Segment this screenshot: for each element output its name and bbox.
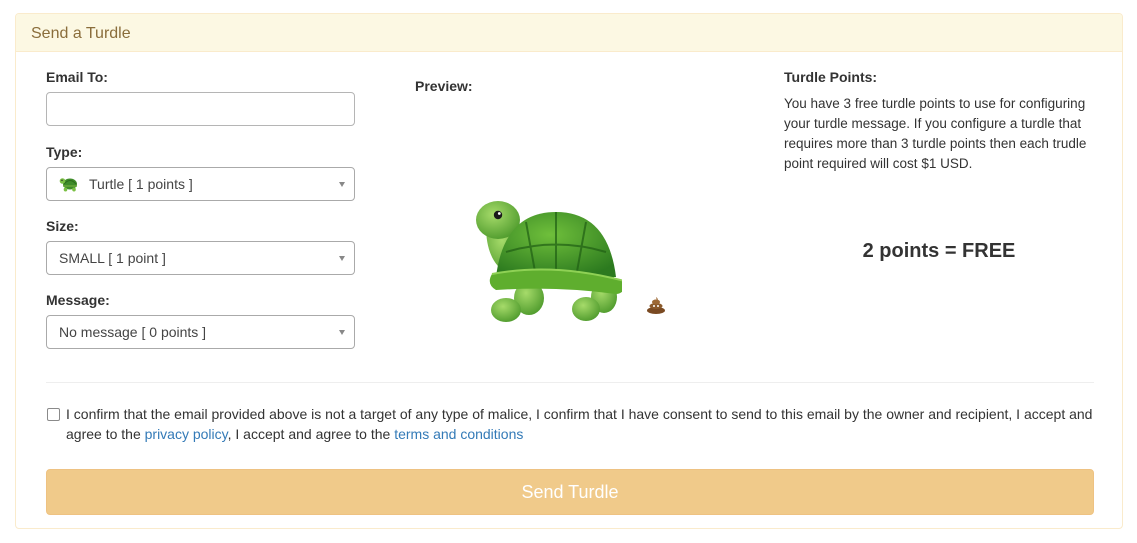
send-turdle-panel: Send a Turdle Email To: Type: Turtle [ 1… bbox=[15, 13, 1123, 529]
email-label: Email To: bbox=[46, 69, 108, 85]
chevron-down-icon bbox=[339, 182, 345, 187]
turtle-icon bbox=[59, 175, 79, 198]
privacy-policy-link[interactable]: privacy policy bbox=[145, 426, 228, 442]
consent-text-part-2: , I accept and agree to the bbox=[227, 426, 395, 442]
message-select[interactable]: No message [ 0 points ] bbox=[46, 315, 355, 349]
consent-checkbox[interactable] bbox=[47, 408, 60, 421]
type-select[interactable]: Turtle [ 1 points ] bbox=[46, 167, 355, 201]
type-label: Type: bbox=[46, 144, 83, 160]
points-summary: 2 points = FREE bbox=[862, 240, 1016, 262]
consent-text: I confirm that the email provided above … bbox=[66, 404, 1096, 444]
poop-icon bbox=[646, 296, 666, 319]
divider bbox=[46, 382, 1094, 383]
message-selected: No message [ 0 points ] bbox=[59, 324, 207, 340]
panel-title: Send a Turdle bbox=[16, 14, 1122, 52]
type-selected: Turtle [ 1 points ] bbox=[89, 176, 193, 192]
send-turdle-button[interactable]: Send Turdle bbox=[46, 469, 1094, 515]
chevron-down-icon bbox=[339, 256, 345, 261]
size-label: Size: bbox=[46, 218, 79, 234]
chevron-down-icon bbox=[339, 330, 345, 335]
terms-link[interactable]: terms and conditions bbox=[394, 426, 523, 442]
preview-label: Preview: bbox=[415, 78, 473, 94]
turtle-icon bbox=[456, 182, 629, 327]
size-selected: SMALL [ 1 point ] bbox=[59, 250, 166, 266]
size-select[interactable]: SMALL [ 1 point ] bbox=[46, 241, 355, 275]
turdle-points-description: You have 3 free turdle points to use for… bbox=[784, 96, 1087, 171]
turdle-points-title: Turdle Points: bbox=[784, 69, 878, 85]
message-label: Message: bbox=[46, 292, 110, 308]
email-field[interactable] bbox=[46, 92, 355, 126]
